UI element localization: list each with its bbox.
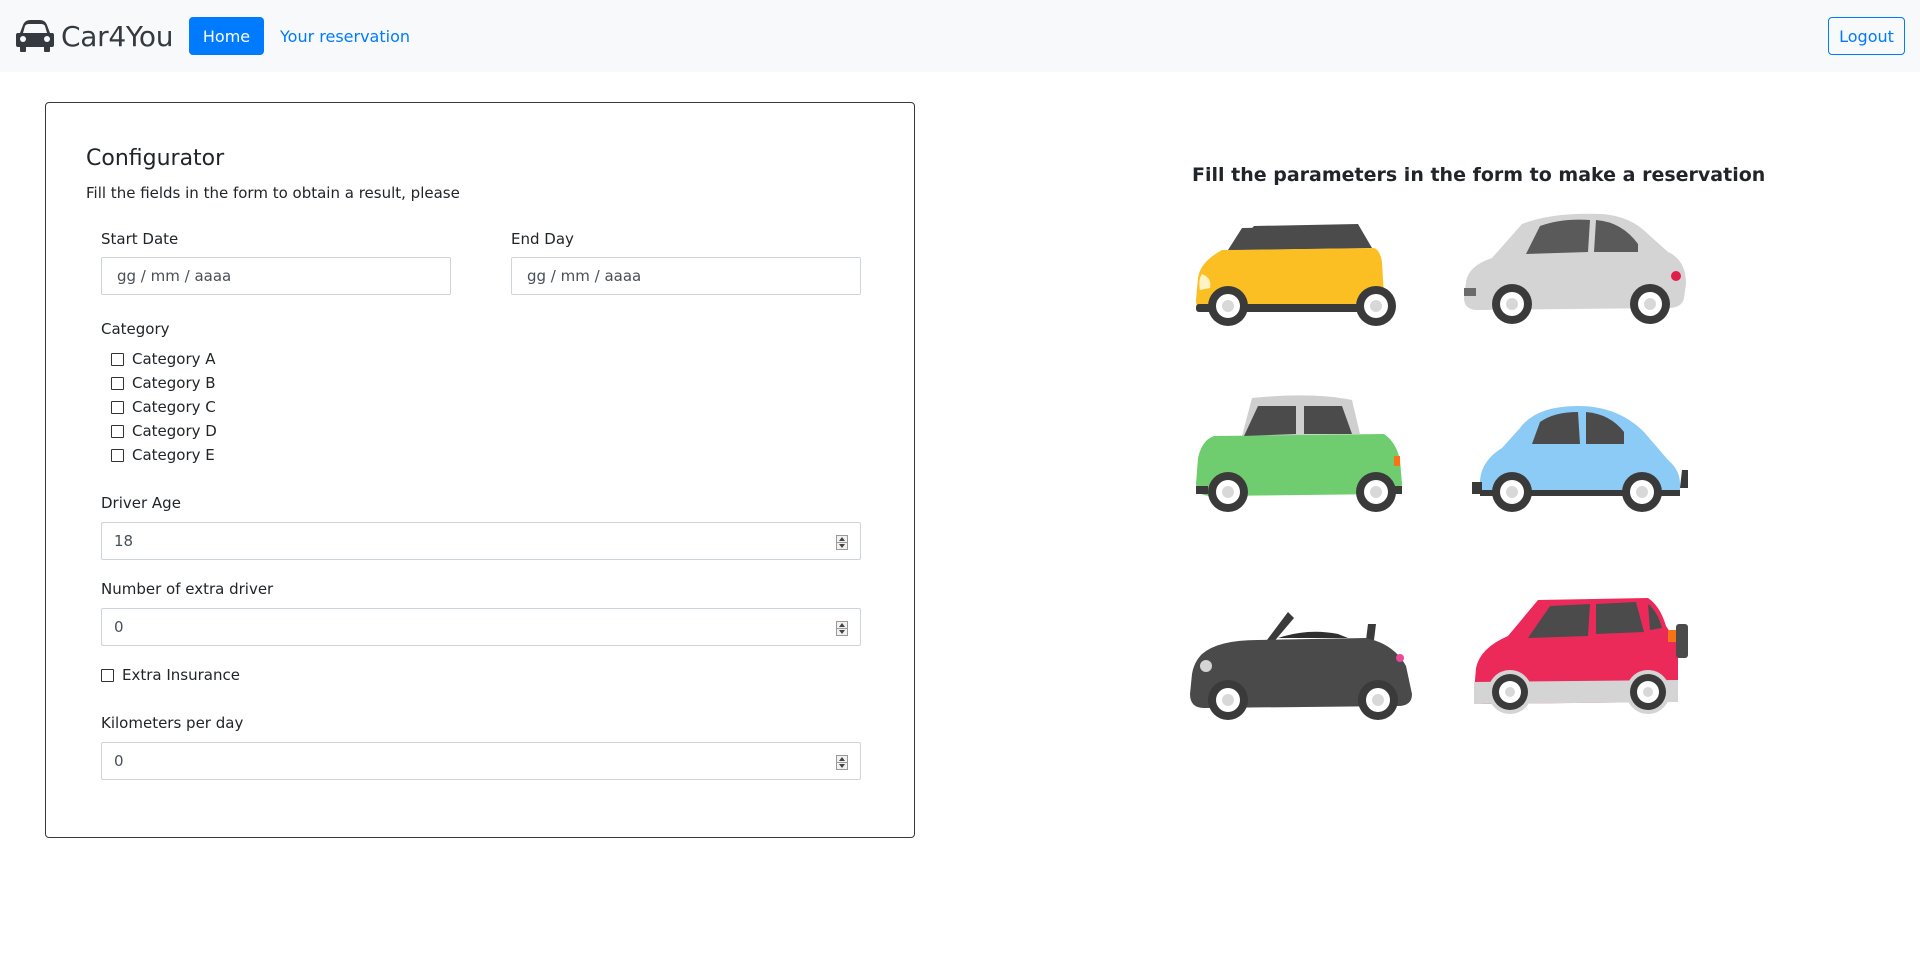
blue-car-image xyxy=(1472,406,1688,512)
logout-button[interactable]: Logout xyxy=(1828,17,1905,55)
km-per-day-label: Kilometers per day xyxy=(101,714,244,732)
green-car-image xyxy=(1196,395,1402,512)
category-e-label: Category E xyxy=(132,446,215,464)
category-c-label: Category C xyxy=(132,398,216,416)
driver-age-label: Driver Age xyxy=(101,494,181,512)
category-d-option[interactable]: Category D xyxy=(111,420,217,442)
category-c-checkbox[interactable] xyxy=(111,400,124,414)
km-per-day-value: 0 xyxy=(114,752,124,770)
category-b-checkbox[interactable] xyxy=(111,376,124,390)
brand[interactable]: Car4You xyxy=(15,16,174,56)
category-a-option[interactable]: Category A xyxy=(111,348,216,370)
car-icon xyxy=(16,20,54,52)
brand-name: Car4You xyxy=(61,19,174,53)
extra-drivers-value: 0 xyxy=(114,618,124,636)
extra-insurance-option[interactable]: Extra Insurance xyxy=(101,664,240,686)
extra-drivers-spinner[interactable] xyxy=(836,621,848,636)
start-date-input[interactable]: gg / mm / aaaa xyxy=(101,257,451,295)
driver-age-spinner[interactable] xyxy=(836,535,848,550)
extra-drivers-label: Number of extra driver xyxy=(101,580,274,598)
driver-age-value: 18 xyxy=(114,532,134,550)
end-date-placeholder: gg / mm / aaaa xyxy=(527,267,642,285)
start-date-label: Start Date xyxy=(101,230,179,248)
silver-car-image xyxy=(1464,213,1686,324)
driver-age-input[interactable]: 18 xyxy=(101,522,861,560)
grey-convertible-image xyxy=(1190,612,1412,720)
category-a-label: Category A xyxy=(132,350,216,368)
nav-your-reservation-link[interactable]: Your reservation xyxy=(280,17,410,55)
configurator-subtitle: Fill the fields in the form to obtain a … xyxy=(86,184,460,202)
category-label: Category xyxy=(101,320,170,338)
end-date-label: End Day xyxy=(511,230,574,248)
reservation-heading: Fill the parameters in the form to make … xyxy=(1192,164,1766,186)
yellow-car-image xyxy=(1196,224,1396,326)
category-b-option[interactable]: Category B xyxy=(111,372,216,394)
pink-suv-image xyxy=(1474,598,1688,714)
category-d-checkbox[interactable] xyxy=(111,424,124,438)
category-d-label: Category D xyxy=(132,422,217,440)
km-per-day-spinner[interactable] xyxy=(836,755,848,770)
category-e-checkbox[interactable] xyxy=(111,448,124,462)
navbar: Car4You Home Your reservation Logout xyxy=(0,0,1920,72)
extra-insurance-label: Extra Insurance xyxy=(122,666,240,684)
category-a-checkbox[interactable] xyxy=(111,352,124,366)
category-e-option[interactable]: Category E xyxy=(111,444,215,466)
configurator-title: Configurator xyxy=(86,146,225,171)
category-c-option[interactable]: Category C xyxy=(111,396,216,418)
km-per-day-input[interactable]: 0 xyxy=(101,742,861,780)
end-date-input[interactable]: gg / mm / aaaa xyxy=(511,257,861,295)
configurator-card: Configurator Fill the fields in the form… xyxy=(45,102,915,838)
nav-home-button[interactable]: Home xyxy=(189,17,264,55)
extra-insurance-checkbox[interactable] xyxy=(101,668,114,682)
start-date-placeholder: gg / mm / aaaa xyxy=(117,267,232,285)
extra-drivers-input[interactable]: 0 xyxy=(101,608,861,646)
category-b-label: Category B xyxy=(132,374,216,392)
